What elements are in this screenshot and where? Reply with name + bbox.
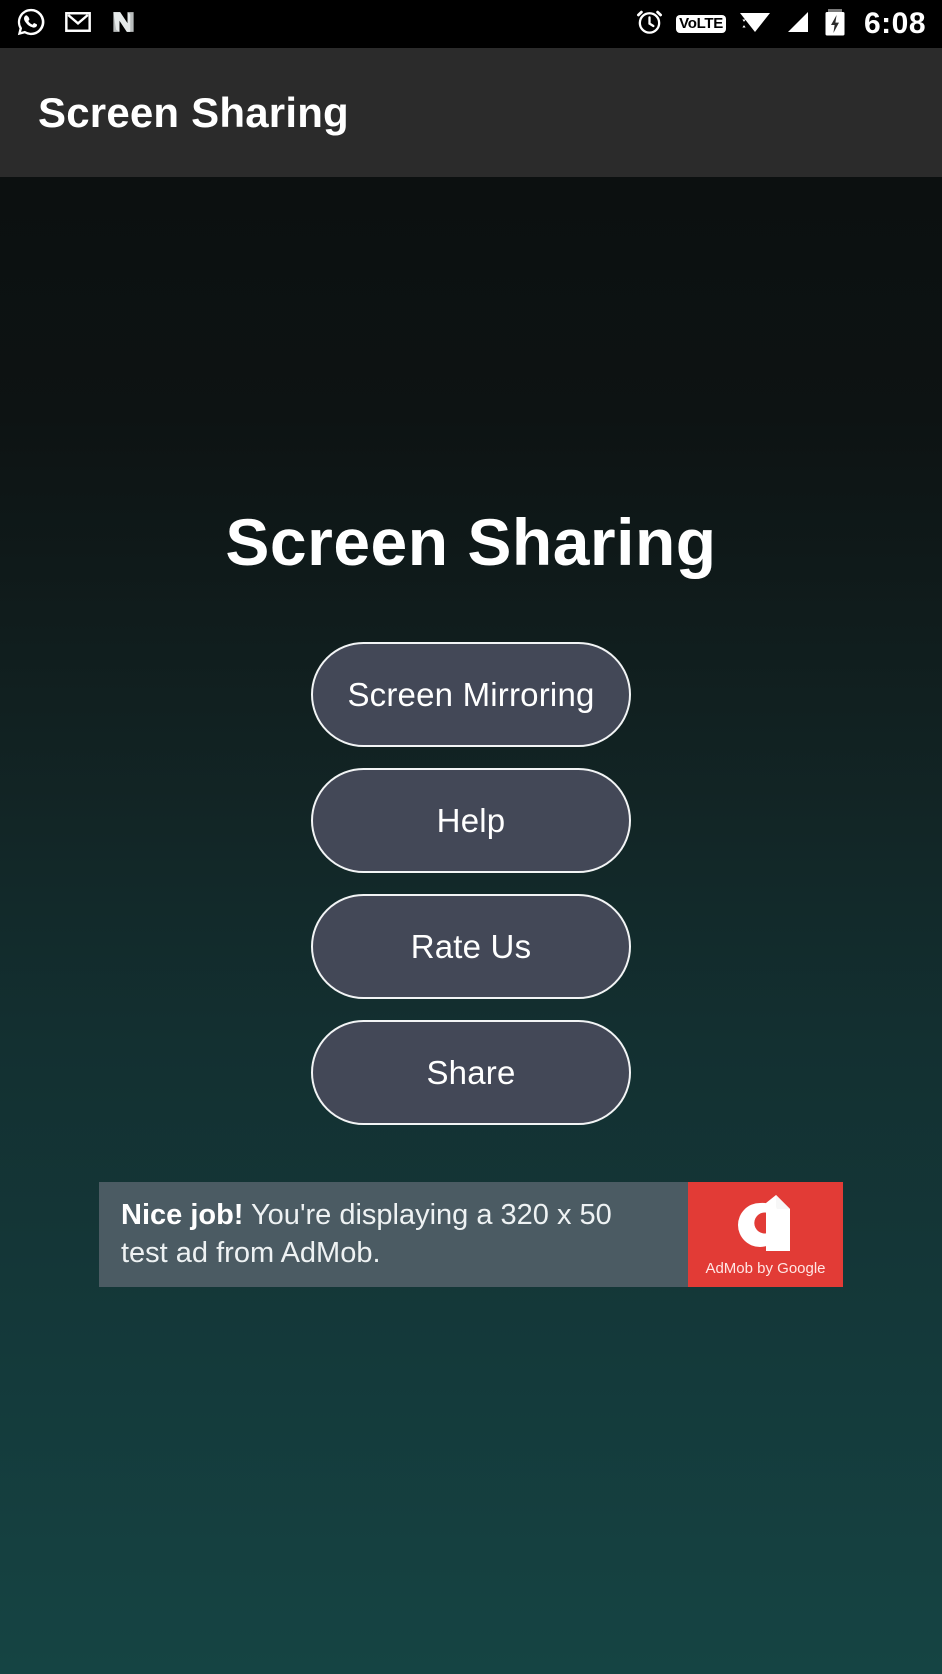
status-bar-clock: 6:08 <box>863 7 926 40</box>
ad-logo-caption: AdMob by Google <box>705 1259 826 1277</box>
phone-screen: Vo LTE 6:08 Screen Sharing Screen Sharin… <box>0 0 942 1674</box>
screen-mirroring-button[interactable]: Screen Mirroring <box>311 642 631 747</box>
ad-logo-area[interactable]: AdMob by Google <box>688 1182 843 1287</box>
action-button-stack: Screen Mirroring Help Rate Us Share <box>0 642 942 1125</box>
ad-headline: Nice job! <box>121 1199 244 1232</box>
status-bar: Vo LTE 6:08 <box>0 0 942 48</box>
volte-label-vo: Vo <box>679 15 697 32</box>
volte-icon: Vo LTE <box>676 15 726 33</box>
admob-logo-icon <box>730 1193 802 1258</box>
status-bar-system-icons: Vo LTE 6:08 <box>635 7 926 42</box>
page-title: Screen Sharing <box>225 505 717 579</box>
cellular-signal-icon <box>784 8 812 41</box>
help-button[interactable]: Help <box>311 768 631 873</box>
admob-banner-ad[interactable]: Nice job! You're displaying a 320 x 50 t… <box>99 1182 843 1287</box>
battery-charging-icon <box>824 7 846 42</box>
whatsapp-icon <box>16 7 46 42</box>
wifi-icon <box>738 7 772 41</box>
alarm-clock-icon <box>635 7 664 41</box>
main-content: Screen Sharing Screen Mirroring Help Rat… <box>0 177 942 1674</box>
nova-launcher-icon <box>110 8 137 41</box>
app-bar-title: Screen Sharing <box>38 88 349 136</box>
share-button[interactable]: Share <box>311 1020 631 1125</box>
ad-text-area[interactable]: Nice job! You're displaying a 320 x 50 t… <box>99 1182 688 1287</box>
rate-us-button[interactable]: Rate Us <box>311 894 631 999</box>
gmail-icon <box>64 8 92 41</box>
app-bar: Screen Sharing <box>0 48 942 177</box>
status-bar-notification-icons <box>16 7 137 42</box>
volte-label-lte: LTE <box>696 15 724 32</box>
ad-text: Nice job! You're displaying a 320 x 50 t… <box>121 1197 666 1271</box>
